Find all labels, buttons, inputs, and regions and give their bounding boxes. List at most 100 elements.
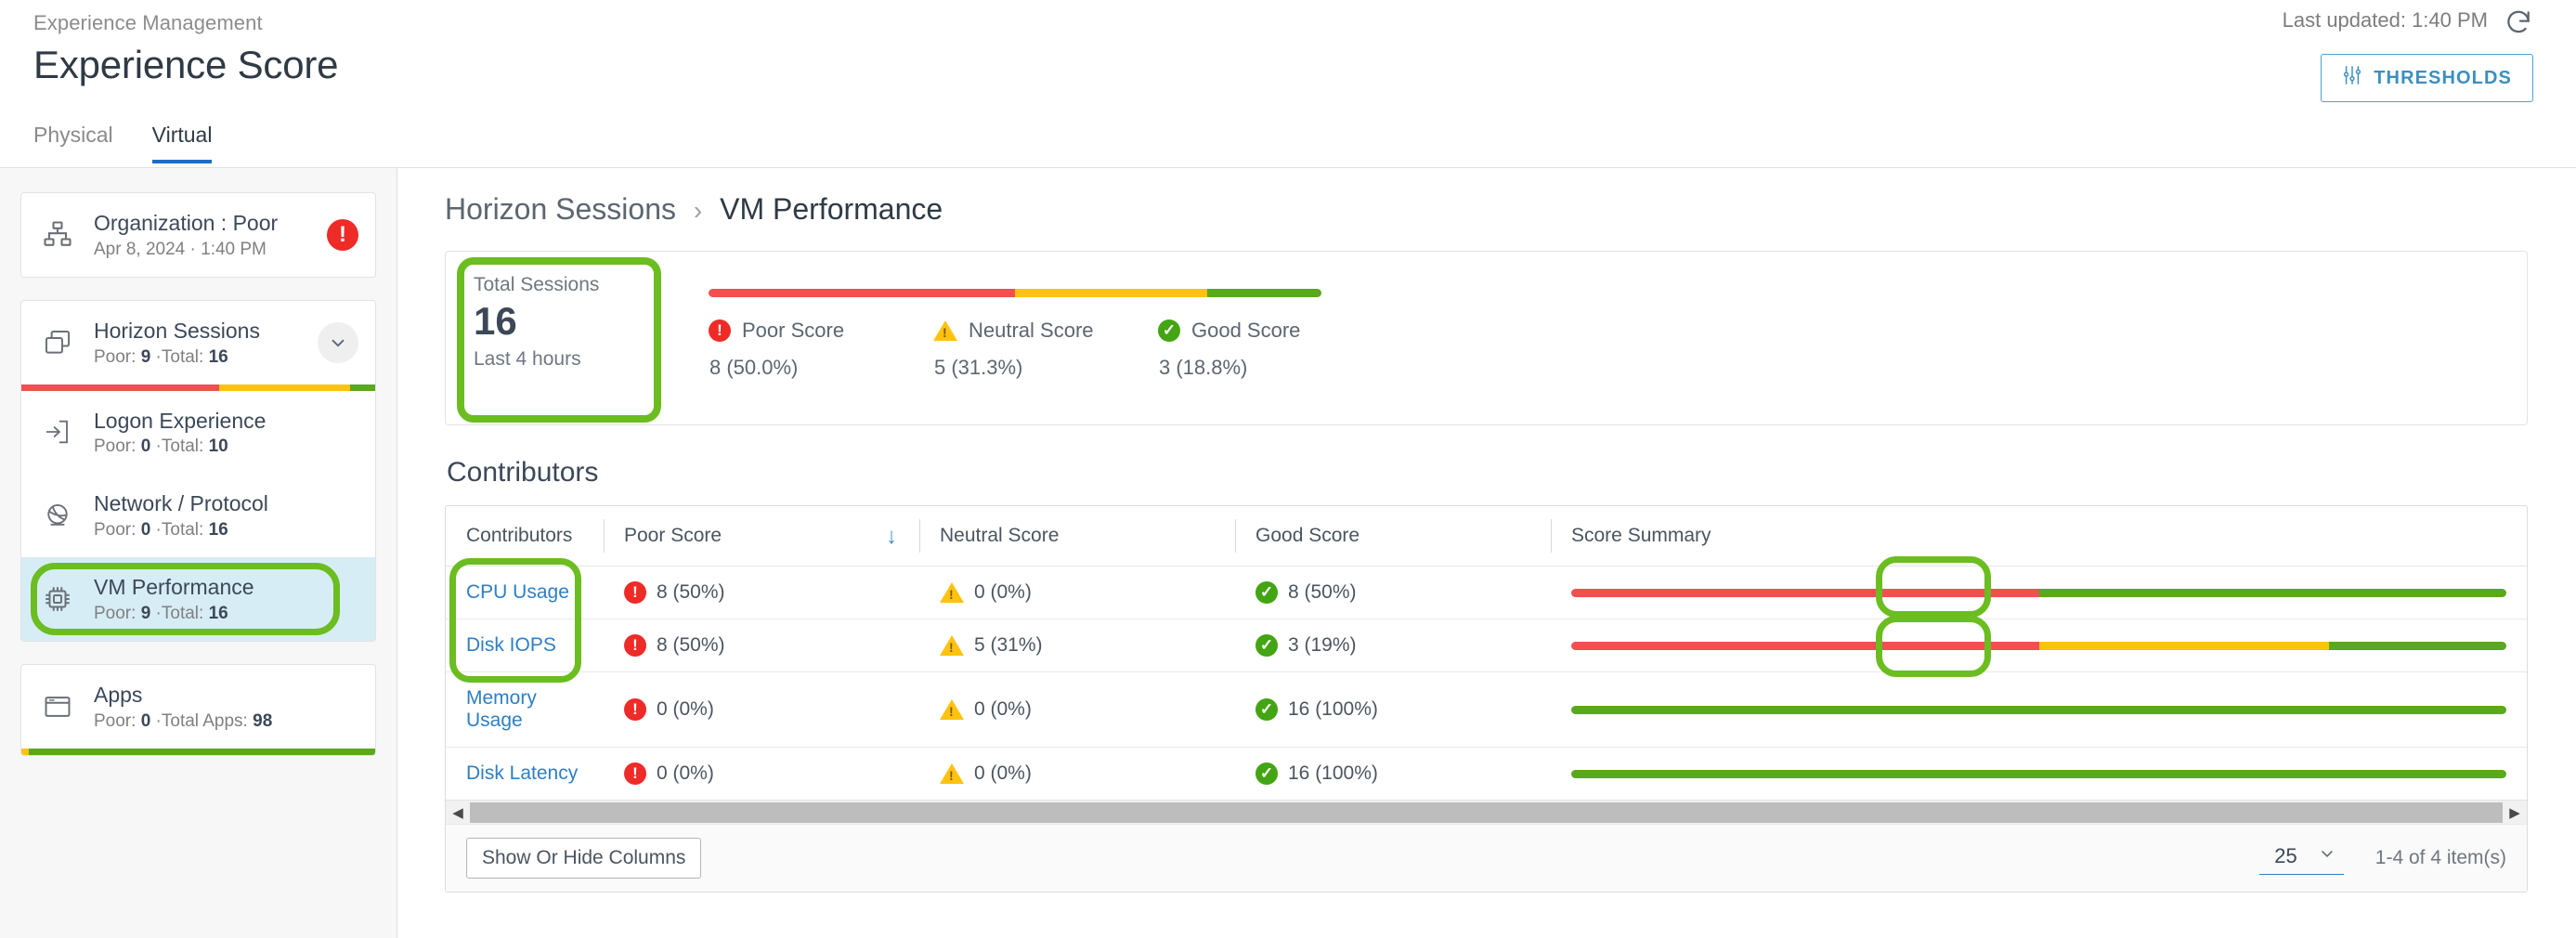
chevron-down-icon[interactable] (318, 321, 358, 363)
column-header-neutral-score[interactable]: Neutral Score (919, 506, 1235, 567)
sidebar-item-logon-experience[interactable]: Logon Experience Poor: 0 ·Total: 10 (21, 391, 375, 475)
table-row[interactable]: Disk IOPS ! 8 (50%) 5 (31%) ✓ 3 (19%) (446, 619, 2527, 672)
last-updated-text: Last updated: 1:40 PM (2282, 8, 2488, 32)
page-title: Experience Score (33, 43, 339, 86)
total-sessions-label: Total Sessions (474, 274, 600, 295)
alert-exclamation-icon: ! (624, 698, 646, 721)
check-circle-icon: ✓ (1158, 319, 1180, 342)
sidebar: Organization : Poor Apr 8, 2024 · 1:40 P… (0, 168, 397, 938)
horizon-sessions-score-bar (21, 384, 375, 391)
sidebar-item-label: Logon Experience (94, 408, 267, 433)
arrow-down-icon[interactable]: ↓ (886, 524, 897, 550)
total-sessions-value: 16 (474, 299, 517, 343)
breadcrumb-current: VM Performance (720, 192, 943, 226)
breadcrumb-separator: › (693, 196, 703, 225)
legend-label: Good Score (1191, 319, 1301, 342)
row-link-disk-latency[interactable]: Disk Latency (466, 762, 578, 784)
refresh-icon[interactable] (2504, 7, 2533, 37)
legend-item-good: ✓ Good Score 3 (18.8%) (1158, 319, 1383, 380)
logon-arrow-icon (38, 412, 77, 451)
legend-value: 5 (31.3%) (934, 356, 1023, 379)
horizontal-scrollbar[interactable]: ◀ ▶ (446, 800, 2527, 824)
legend-label: Poor Score (742, 319, 845, 342)
check-circle-icon: ✓ (1255, 634, 1278, 657)
sliders-icon (2342, 65, 2362, 91)
column-header-score-summary[interactable]: Score Summary (1551, 506, 2527, 567)
sidebar-item-stats: Poor: 0 ·Total: 16 (94, 520, 228, 540)
table-row[interactable]: CPU Usage ! 8 (50%) 0 (0%) ✓ 8 (50%) (446, 566, 2527, 619)
sidebar-item-stats: Poor: 0 ·Total Apps: 98 (94, 710, 273, 731)
column-header-contributors[interactable]: Contributors (446, 506, 604, 567)
summary-card: Total Sessions 16 Last 4 hours ! Poor Sc… (445, 251, 2528, 425)
triangle-left-icon[interactable]: ◀ (446, 804, 470, 821)
column-header-good-score[interactable]: Good Score (1235, 506, 1551, 567)
column-header-poor-score[interactable]: Poor Score ↓ (604, 506, 919, 567)
contributors-table: Contributors Poor Score ↓ Neutral Score … (445, 505, 2528, 892)
breadcrumb-parent[interactable]: Horizon Sessions (445, 192, 676, 226)
tab-physical[interactable]: Physical (33, 123, 113, 163)
legend-item-poor: ! Poor Score 8 (50.0%) (709, 319, 933, 380)
warning-triangle-icon (933, 320, 957, 341)
row-link-cpu-usage[interactable]: CPU Usage (466, 581, 569, 603)
cell-neutral-score: 0 (0%) (974, 698, 1032, 720)
cell-poor-score: 0 (0%) (657, 698, 714, 720)
page-size-select[interactable]: 25 (2259, 842, 2344, 875)
cell-good-score: 3 (19%) (1288, 634, 1357, 656)
sidebar-item-organization[interactable]: Organization : Poor Apr 8, 2024 · 1:40 P… (21, 193, 375, 277)
triangle-right-icon[interactable]: ▶ (2503, 804, 2527, 821)
thresholds-button[interactable]: THRESHOLDS (2321, 54, 2533, 102)
chevron-down-icon (2318, 844, 2336, 868)
legend-label: Neutral Score (969, 319, 1094, 342)
table-row[interactable]: Memory Usage ! 0 (0%) 0 (0%) ✓ 16 (100%) (446, 671, 2527, 748)
cell-neutral-score: 0 (0%) (974, 581, 1032, 603)
sidebar-item-vm-performance[interactable]: VM Performance Poor: 9 ·Total: 16 (21, 557, 375, 641)
sidebar-item-label: VM Performance (94, 575, 254, 599)
network-globe-icon (38, 496, 77, 535)
sidebar-item-apps[interactable]: Apps Poor: 0 ·Total Apps: 98 (21, 665, 375, 749)
sidebar-item-horizon-sessions[interactable]: Horizon Sessions Poor: 9 ·Total: 16 (21, 301, 375, 384)
org-chart-icon (38, 215, 77, 254)
windows-sessions-icon (38, 323, 77, 362)
thresholds-label: THRESHOLDS (2374, 67, 2512, 88)
alert-exclamation-icon: ! (624, 762, 646, 785)
sidebar-item-network-protocol[interactable]: Network / Protocol Poor: 0 ·Total: 16 (21, 474, 375, 557)
total-sessions-block: Total Sessions 16 Last 4 hours (474, 274, 646, 371)
breadcrumb-top: Experience Management (33, 11, 263, 34)
scrollbar-thumb[interactable] (470, 801, 2503, 823)
row-link-disk-iops[interactable]: Disk IOPS (466, 634, 556, 656)
content-area: Horizon Sessions › VM Performance Total … (398, 168, 2576, 938)
app-window-icon (38, 687, 77, 726)
cell-good-score: 16 (100%) (1288, 698, 1378, 720)
cell-good-score: 8 (50%) (1288, 581, 1357, 603)
sidebar-card-sessions: Horizon Sessions Poor: 9 ·Total: 16 Logo… (20, 299, 376, 642)
warning-triangle-icon (940, 582, 964, 603)
tab-virtual[interactable]: Virtual (151, 123, 213, 163)
warning-triangle-icon (940, 699, 964, 720)
cell-good-score: 16 (100%) (1288, 762, 1378, 784)
alert-exclamation-icon: ! (624, 634, 646, 657)
cell-poor-score: 8 (50%) (657, 581, 725, 603)
sidebar-card-organization: Organization : Poor Apr 8, 2024 · 1:40 P… (20, 192, 376, 278)
table-row[interactable]: Disk Latency ! 0 (0%) 0 (0%) ✓ 16 (100%) (446, 748, 2527, 801)
sidebar-organization-title: Organization : Poor (94, 211, 279, 235)
total-sessions-period: Last 4 hours (474, 347, 581, 370)
table-header-row: Contributors Poor Score ↓ Neutral Score … (446, 506, 2527, 567)
sidebar-item-label: Horizon Sessions (94, 318, 260, 343)
check-circle-icon: ✓ (1255, 698, 1278, 721)
row-link-memory-usage[interactable]: Memory Usage (466, 687, 537, 731)
cpu-chip-icon (38, 580, 77, 619)
legend-value: 3 (18.8%) (1159, 356, 1248, 379)
breadcrumb: Horizon Sessions › VM Performance (445, 192, 2528, 227)
alert-exclamation-icon: ! (624, 581, 646, 604)
page-info: 1-4 of 4 item(s) (2374, 847, 2506, 868)
cell-neutral-score: 0 (0%) (974, 762, 1032, 784)
sidebar-item-label: Apps (94, 682, 143, 707)
table-footer: Show Or Hide Columns 25 1-4 of 4 item(s) (446, 824, 2527, 892)
show-or-hide-columns-button[interactable]: Show Or Hide Columns (466, 838, 702, 879)
pagination: 25 1-4 of 4 item(s) (2259, 842, 2506, 875)
page-size-value: 25 (2274, 843, 2297, 867)
row-score-bar (1571, 769, 2506, 778)
sidebar-organization-subtitle: Apr 8, 2024 · 1:40 PM (94, 239, 267, 259)
check-circle-icon: ✓ (1255, 762, 1278, 785)
cell-neutral-score: 5 (31%) (974, 634, 1043, 656)
